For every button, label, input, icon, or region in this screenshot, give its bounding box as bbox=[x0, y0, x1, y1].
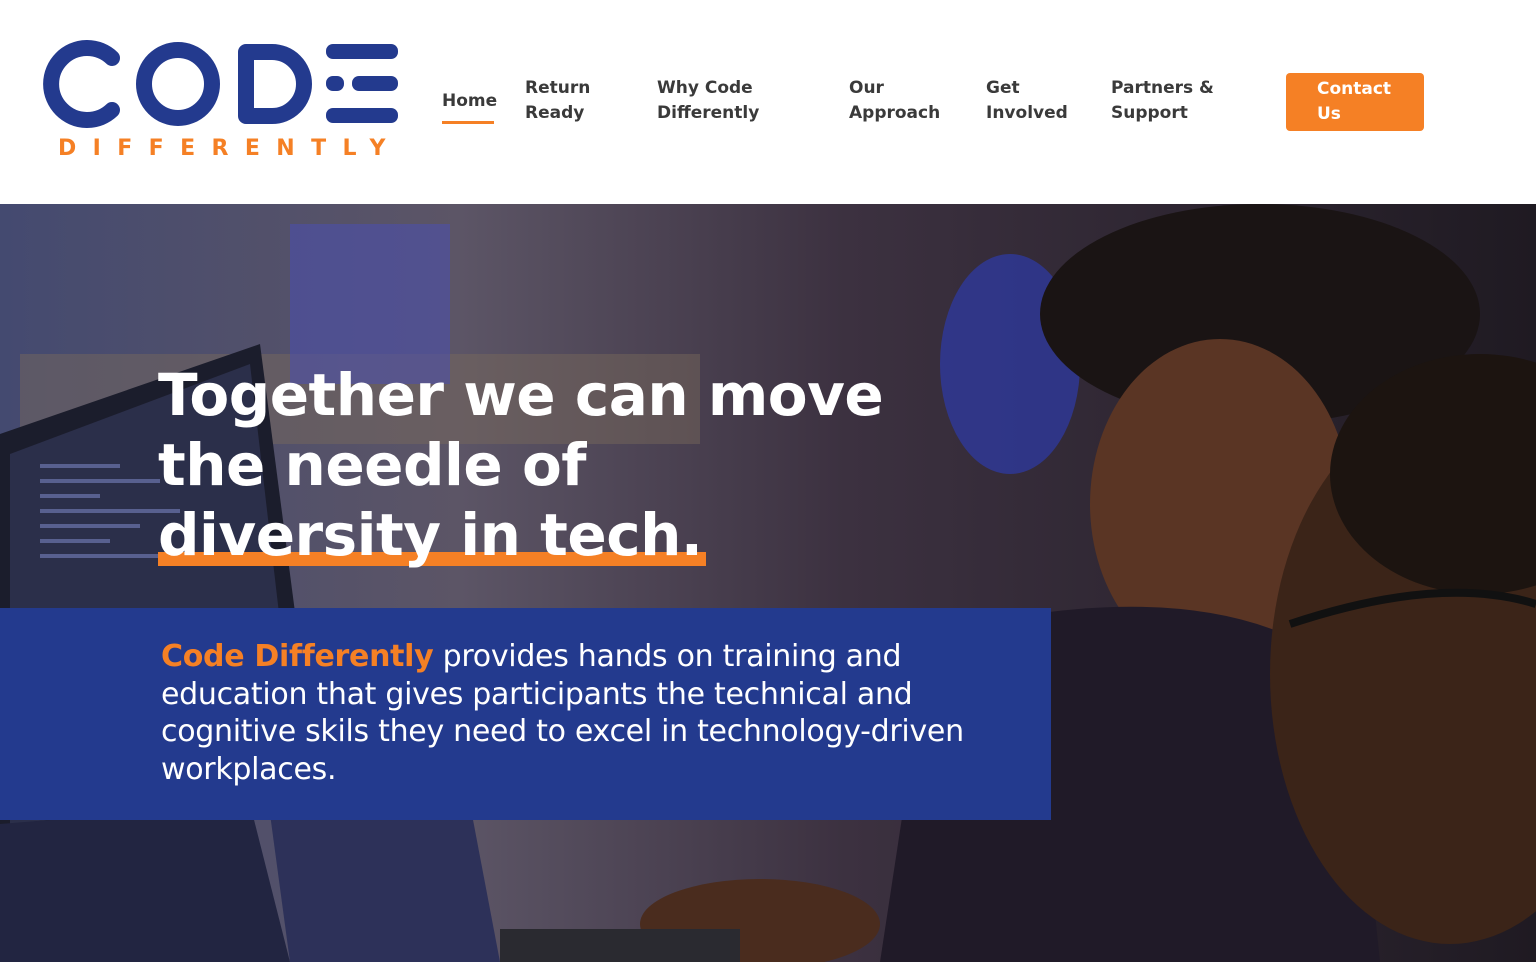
nav-item-home[interactable]: Home bbox=[442, 89, 498, 124]
highlight-text: diversity in tech. bbox=[158, 501, 703, 569]
nav-item-our-approach[interactable]: Our Approach bbox=[849, 76, 949, 126]
logo-subtitle: DIFFERENTLY bbox=[58, 136, 402, 161]
headline-line-3: diversity in tech. bbox=[158, 500, 978, 570]
highlight-phrase: diversity in tech. bbox=[158, 500, 707, 570]
logo-code-wordmark bbox=[43, 40, 398, 128]
hero-background-photo bbox=[0, 204, 1536, 962]
site-header: DIFFERENTLY Home Return Ready Why Code D… bbox=[0, 0, 1536, 204]
active-nav-indicator bbox=[442, 121, 494, 124]
contact-us-button[interactable]: Contact Us bbox=[1286, 73, 1424, 131]
nav-item-label: Home bbox=[442, 91, 498, 111]
nav-item-return-ready[interactable]: Return Ready bbox=[525, 76, 615, 126]
headline-line-2: the needle of bbox=[158, 431, 587, 499]
nav-item-get-involved[interactable]: Get Involved bbox=[986, 76, 1076, 126]
hero-description: Code Differently provides hands on train… bbox=[161, 638, 1001, 788]
description-brand-name: Code Differently bbox=[161, 639, 434, 674]
code-differently-logo[interactable]: DIFFERENTLY bbox=[40, 40, 402, 165]
nav-item-partners-support[interactable]: Partners & Support bbox=[1111, 76, 1221, 126]
hero-description-panel: Code Differently provides hands on train… bbox=[0, 608, 1051, 820]
hero-section: Together we can move the needle of diver… bbox=[0, 204, 1536, 962]
nav-item-why-code-differently[interactable]: Why Code Differently bbox=[657, 76, 777, 126]
headline-line-1: Together we can move bbox=[158, 361, 884, 429]
contact-us-label: Contact Us bbox=[1317, 79, 1392, 124]
hero-headline: Together we can move the needle of diver… bbox=[158, 360, 978, 570]
